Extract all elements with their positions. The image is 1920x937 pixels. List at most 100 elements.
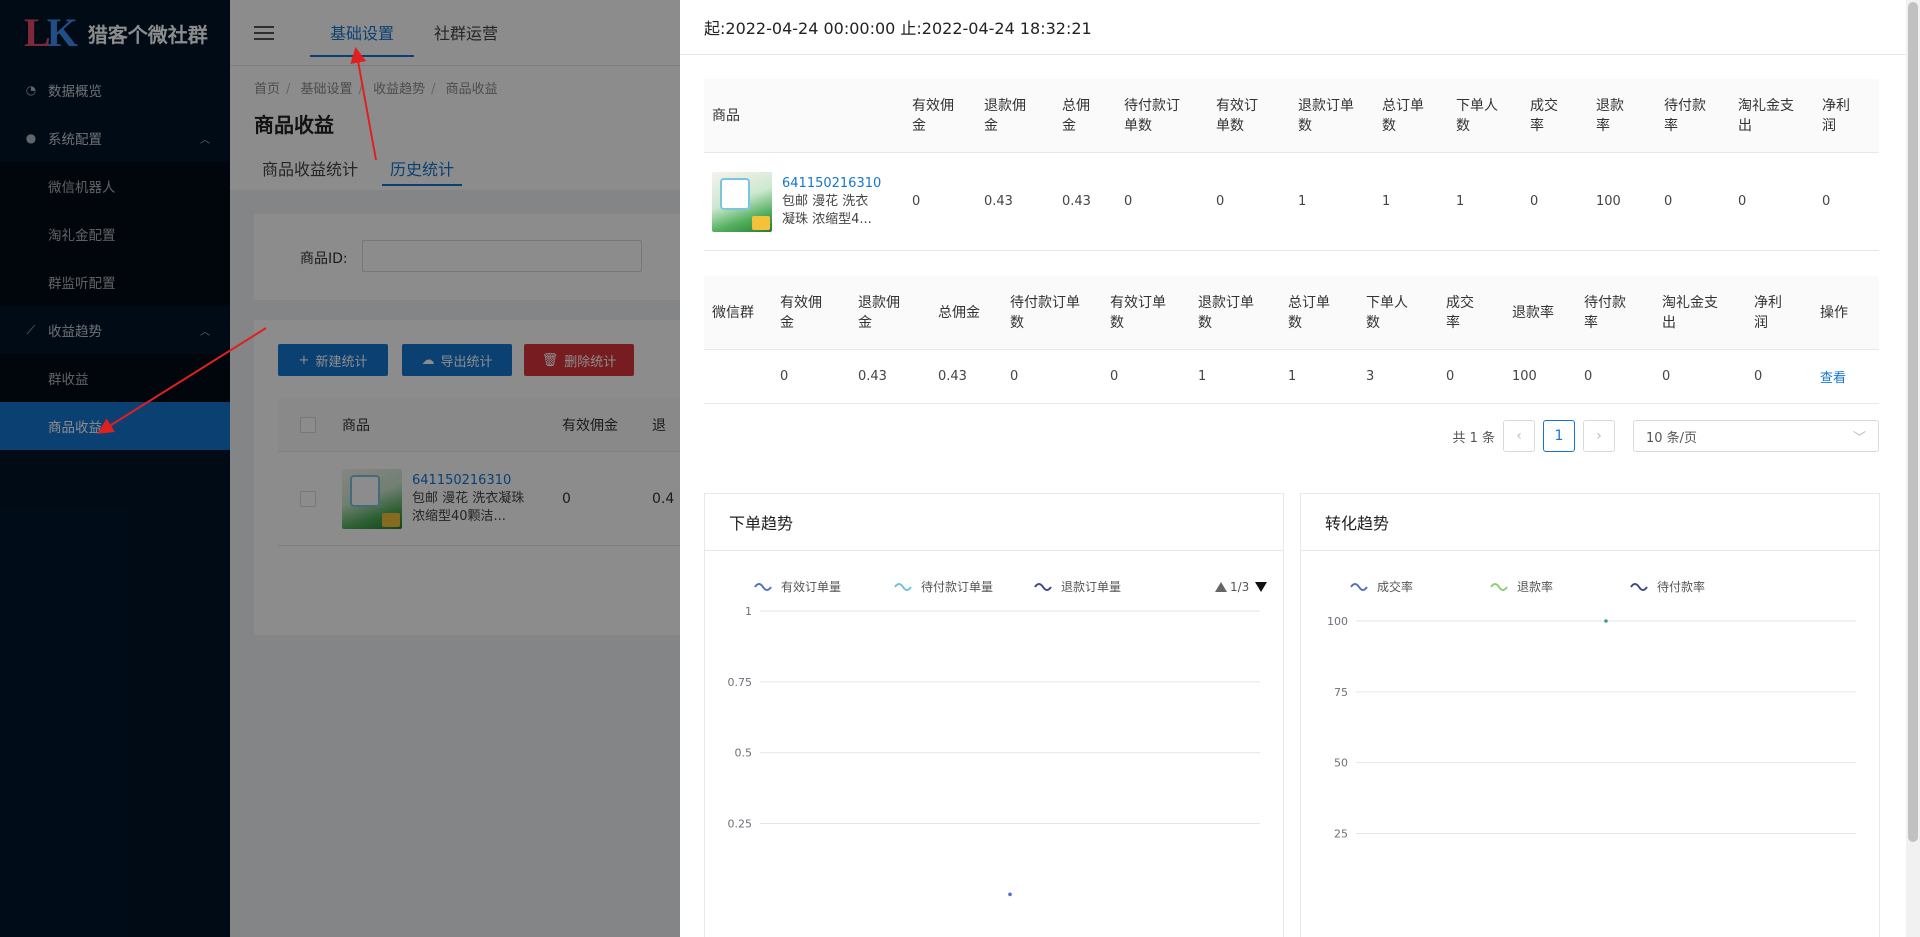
cell-value: 1 (1382, 194, 1391, 209)
cell-value: 100 (1512, 369, 1537, 384)
legend-next-icon (1255, 582, 1267, 592)
table-row: 641150216310 包邮 漫花 洗衣凝珠 浓缩型4... 0 0.43 0.4… (704, 153, 1879, 251)
col-6: 退款订单数 (1298, 97, 1354, 134)
col-6: 退款订单数 (1198, 294, 1254, 331)
data-point (1604, 619, 1608, 623)
cell-value: 0 (1664, 194, 1673, 209)
col-1: 有效佣金 (780, 294, 822, 331)
drawer-time-range: 起:2022-04-24 00:00:00 止:2022-04-24 18:32… (680, 0, 1920, 55)
chevron-down-icon: ﹀ (1852, 430, 1866, 446)
cell-value: 0 (1754, 369, 1763, 384)
legend-label: 成交率 (1377, 579, 1413, 594)
col-12: 淘礼金支出 (1738, 97, 1794, 134)
col-11: 待付款率 (1664, 97, 1706, 134)
legend-swatch (1490, 583, 1508, 591)
product-id-link[interactable]: 641150216310 (782, 175, 881, 193)
legend-label: 有效订单量 (781, 579, 841, 594)
legend-prev-icon (1215, 582, 1227, 592)
chevron-left-icon: ‹ (1516, 428, 1522, 444)
col-4: 待付款订单数 (1124, 97, 1180, 134)
cell-value: 1 (1288, 369, 1297, 384)
group-table-header: 微信群 有效佣金 退款佣金 总佣金 待付款订单数 有效订单数 退款订单数 总订单数 下单人数 成交… (704, 276, 1879, 350)
cell-value: 1 (1198, 369, 1207, 384)
y-tick-label: 0.75 (728, 676, 753, 689)
conversion-trend-title: 转化趋势 (1301, 494, 1879, 551)
legend-label: 退款订单量 (1061, 580, 1121, 594)
cell-value: 3 (1366, 369, 1375, 384)
col-2: 退款佣金 (858, 294, 900, 331)
cell-value: 0 (1216, 194, 1225, 209)
col-14: 操作 (1820, 304, 1848, 321)
col-2: 退款佣金 (984, 97, 1026, 134)
cell-value: 0 (1124, 194, 1133, 209)
y-tick-label: 100 (1327, 615, 1348, 628)
detail-drawer: 起:2022-04-24 00:00:00 止:2022-04-24 18:32… (680, 0, 1920, 937)
col-12: 淘礼金支出 (1662, 294, 1718, 331)
cell-value: 0 (1822, 194, 1831, 209)
product-thumbnail (712, 171, 772, 232)
y-tick-label: 75 (1334, 686, 1348, 699)
col-10: 退款率 (1512, 304, 1554, 321)
y-tick-label: 0.25 (728, 818, 753, 831)
y-tick-label: 25 (1334, 828, 1348, 841)
product-desc: 包邮 漫花 洗衣凝珠 浓缩型4... (782, 193, 872, 227)
cell-value: 0 (1530, 194, 1539, 209)
legend-swatch (1034, 583, 1052, 591)
legend-swatch (754, 583, 772, 591)
col-7: 总订单数 (1382, 97, 1424, 134)
group-summary-table: 微信群 有效佣金 退款佣金 总佣金 待付款订单数 有效订单数 退款订单数 总订单数 下单人数 成交… (704, 276, 1879, 404)
legend-swatch (894, 583, 912, 591)
cell-value: 0 (1662, 369, 1671, 384)
cell-value: 0.43 (1062, 194, 1091, 209)
col-0: 商品 (712, 107, 740, 124)
scrollbar-thumb[interactable] (1908, 2, 1918, 842)
col-9: 成交率 (1446, 294, 1474, 331)
col-3: 总佣金 (1062, 97, 1090, 134)
order-trend-card: 下单趋势 有效订单量 待付款订单量 退款订单量 1/3 1 0.75 0.5 0.25 (704, 493, 1284, 937)
data-point (1008, 892, 1012, 897)
col-13: 净利润 (1754, 294, 1782, 331)
prev-page-button[interactable]: ‹ (1503, 420, 1535, 452)
y-tick-label: 0.5 (735, 747, 753, 760)
legend-page: 1/3 (1230, 580, 1249, 594)
page-size-select[interactable]: 10 条/页 ﹀ (1633, 420, 1879, 452)
chevron-right-icon: › (1596, 428, 1602, 444)
table-row: 0 0.43 0.43 0 0 1 1 3 0 100 0 0 0 查看 (704, 350, 1879, 404)
col-4: 待付款订单数 (1010, 294, 1080, 331)
col-8: 下单人数 (1456, 97, 1498, 134)
view-link[interactable]: 查看 (1812, 367, 1872, 386)
y-tick-label: 50 (1334, 757, 1348, 770)
cell-value: 100 (1596, 194, 1621, 209)
product-table-header: 商品 有效佣金 退款佣金 总佣金 待付款订单数 有效订单数 退款订单数 总订单数 下单人数 成交率… (704, 79, 1879, 153)
drawer-scrollbar[interactable] (1906, 0, 1920, 937)
legend-swatch (1630, 583, 1648, 591)
cell-value: 0 (780, 369, 789, 384)
col-1: 有效佣金 (912, 97, 954, 134)
next-page-button[interactable]: › (1583, 420, 1615, 452)
legend-label: 退款率 (1517, 579, 1553, 594)
y-tick-label: 1 (745, 605, 752, 618)
modal-overlay[interactable] (0, 0, 680, 937)
cell-value: 1 (1456, 194, 1465, 209)
col-8: 下单人数 (1366, 294, 1408, 331)
cell-value: 0.43 (984, 194, 1013, 209)
legend-label: 待付款订单量 (921, 580, 993, 594)
col-5: 有效订单数 (1110, 294, 1166, 331)
pagination: 共 1 条 ‹ 1 › 10 条/页 ﹀ (704, 420, 1879, 452)
order-trend-chart: 有效订单量 待付款订单量 退款订单量 1/3 1 0.75 0.5 0.25 (728, 579, 1267, 897)
col-10: 退款率 (1596, 97, 1624, 134)
col-9: 成交率 (1530, 97, 1558, 134)
legend-swatch (1350, 583, 1368, 591)
col-7: 总订单数 (1288, 294, 1330, 331)
cell-value: 0 (912, 194, 921, 209)
page-size-value: 10 条/页 (1646, 430, 1698, 446)
cell-value: 0 (1738, 194, 1747, 209)
col-5: 有效订单数 (1216, 97, 1258, 134)
col-0: 微信群 (712, 304, 754, 321)
conversion-trend-chart: 成交率 退款率 待付款率 100 75 50 25 (1327, 579, 1856, 841)
product-summary-table: 商品 有效佣金 退款佣金 总佣金 待付款订单数 有效订单数 退款订单数 总订单数 下单人数 成交率… (704, 79, 1879, 251)
col-3: 总佣金 (938, 304, 980, 321)
legend-label: 待付款率 (1657, 579, 1705, 594)
page-1-button[interactable]: 1 (1543, 420, 1575, 452)
conversion-trend-card: 转化趋势 成交率 退款率 待付款率 100 75 50 25 (1300, 493, 1880, 937)
